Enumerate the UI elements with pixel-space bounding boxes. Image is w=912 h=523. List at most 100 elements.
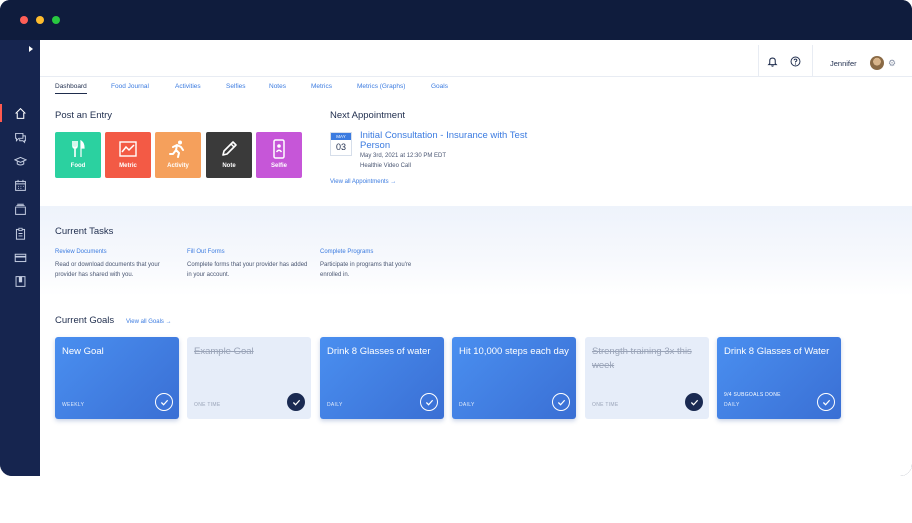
post-activity-label: Activity (167, 163, 189, 169)
tab-activities[interactable]: Activities (175, 83, 201, 93)
view-all-goals-link[interactable]: View all Goals → (126, 319, 172, 325)
sidebar-item-documents[interactable] (10, 200, 30, 218)
goal-complete-toggle[interactable] (420, 393, 438, 411)
goal-frequency: ONE TIME (592, 402, 619, 408)
tab-metrics[interactable]: Metrics (311, 83, 332, 93)
user-name[interactable]: Jennifer (830, 59, 857, 68)
book-icon (15, 275, 25, 287)
goal-subgoals-progress: 9/4 SUBGOALS DONE (724, 392, 781, 398)
graduation-cap-icon (13, 156, 27, 165)
home-icon (14, 107, 26, 119)
sidebar (0, 40, 40, 476)
post-activity-button[interactable]: Activity (155, 132, 201, 178)
goal-complete-toggle[interactable] (287, 393, 305, 411)
sidebar-item-library[interactable] (10, 272, 30, 290)
task-fill-out-forms-link[interactable]: Fill Out Forms (187, 249, 225, 255)
goal-frequency: ONE TIME (194, 402, 221, 408)
task-complete-programs-desc: Participate in programs that you're enro… (320, 262, 412, 278)
goal-card[interactable]: Hit 10,000 steps each day DAILY (452, 337, 576, 419)
goal-card[interactable]: Drink 8 Glasses of Water 9/4 SUBGOALS DO… (717, 337, 841, 419)
appointment-type: Healthie Video Call (360, 163, 411, 169)
tab-dashboard[interactable]: Dashboard (55, 83, 87, 94)
goal-card[interactable]: New Goal WEEKLY (55, 337, 179, 419)
check-icon (557, 399, 565, 406)
sidebar-item-calendar[interactable] (10, 176, 30, 194)
next-appointment-heading: Next Appointment (330, 110, 405, 121)
app-window: Jennifer ⚙ Dashboard Food Journal Activi… (0, 0, 912, 476)
goal-complete-toggle[interactable] (817, 393, 835, 411)
maximize-window-button[interactable] (52, 16, 60, 24)
top-bar-divider (758, 45, 759, 77)
check-icon (160, 399, 168, 406)
bell-icon (766, 57, 778, 67)
tab-notes[interactable]: Notes (269, 83, 286, 93)
sidebar-item-messages[interactable] (10, 128, 30, 146)
sidebar-item-home[interactable] (10, 104, 30, 122)
sidebar-expand-icon[interactable] (29, 46, 33, 52)
pencil-icon (220, 139, 238, 159)
main-content: Jennifer ⚙ Dashboard Food Journal Activi… (40, 40, 912, 476)
goal-title: Drink 8 Glasses of water (327, 346, 431, 357)
minimize-window-button[interactable] (36, 16, 44, 24)
goal-title: Example Goal (194, 346, 254, 357)
task-complete-programs-link[interactable]: Complete Programs (320, 249, 373, 255)
appointment-month: MAY (331, 133, 351, 140)
chart-line-icon (119, 139, 137, 159)
goal-frequency: WEEKLY (62, 402, 85, 408)
check-icon (292, 399, 300, 406)
post-metric-button[interactable]: Metric (105, 132, 151, 178)
goal-title: Hit 10,000 steps each day (459, 346, 569, 357)
sidebar-active-indicator (0, 104, 2, 122)
check-icon (822, 399, 830, 406)
goal-card[interactable]: Strength training 3x this week ONE TIME (585, 337, 709, 419)
help-icon (790, 56, 800, 66)
sidebar-item-billing[interactable] (10, 248, 30, 266)
goal-title: Strength training 3x this week (592, 346, 692, 371)
notifications-button[interactable] (765, 54, 779, 68)
check-icon (690, 399, 698, 406)
goal-frequency: DAILY (724, 402, 740, 408)
top-bar: Jennifer ⚙ (40, 45, 912, 77)
goal-complete-toggle[interactable] (685, 393, 703, 411)
tab-metrics-graphs[interactable]: Metrics (Graphs) (357, 83, 405, 93)
chat-icon (14, 132, 26, 144)
sidebar-item-programs[interactable] (10, 152, 30, 170)
tab-goals[interactable]: Goals (431, 83, 448, 93)
goal-card[interactable]: Example Goal ONE TIME (187, 337, 311, 419)
post-metric-label: Metric (119, 163, 137, 169)
top-bar-divider (812, 45, 813, 77)
check-icon (425, 399, 433, 406)
running-icon (169, 139, 187, 159)
clipboard-icon (15, 227, 25, 240)
close-window-button[interactable] (20, 16, 28, 24)
goal-title: New Goal (62, 346, 104, 357)
goal-complete-toggle[interactable] (552, 393, 570, 411)
fork-knife-icon (70, 139, 86, 159)
folder-icon (14, 203, 26, 215)
tab-selfies[interactable]: Selfies (226, 83, 246, 93)
appointment-day: 03 (335, 142, 346, 152)
avatar[interactable] (870, 56, 884, 70)
goal-card[interactable]: Drink 8 Glasses of water DAILY (320, 337, 444, 419)
task-review-documents-link[interactable]: Review Documents (55, 249, 107, 255)
selfie-icon (272, 139, 286, 159)
calendar-icon (14, 179, 26, 191)
current-goals-heading: Current Goals (55, 315, 115, 326)
gear-icon[interactable]: ⚙ (888, 58, 896, 69)
title-bar (0, 0, 912, 40)
post-selfie-button[interactable]: Selfie (256, 132, 302, 178)
appointment-name-link[interactable]: Initial Consultation - Insurance with Te… (360, 131, 550, 151)
goal-complete-toggle[interactable] (155, 393, 173, 411)
post-selfie-label: Selfie (270, 163, 287, 169)
post-note-button[interactable]: Note (206, 132, 252, 178)
sidebar-item-forms[interactable] (10, 224, 30, 242)
post-food-button[interactable]: Food (55, 132, 101, 178)
help-button[interactable] (788, 54, 802, 68)
goal-frequency: DAILY (459, 402, 475, 408)
current-tasks-heading: Current Tasks (55, 226, 114, 237)
view-all-appointments-link[interactable]: View all Appointments → (330, 179, 396, 185)
post-note-label: Note (222, 163, 236, 169)
post-food-label: Food (70, 163, 86, 169)
credit-card-icon (14, 253, 26, 262)
tab-food-journal[interactable]: Food Journal (111, 83, 149, 93)
